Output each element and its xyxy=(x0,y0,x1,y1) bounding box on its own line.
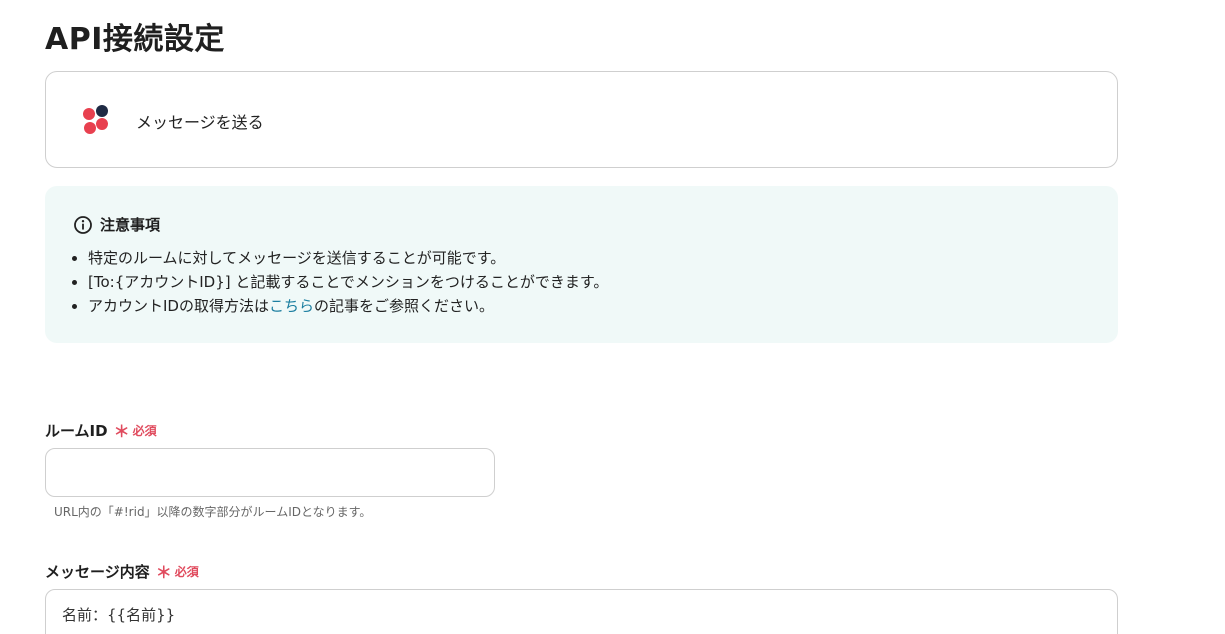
api-settings-page: API接続設定 メッセージを送る 注意事項 特定のルームに対してメッセージを送信… xyxy=(0,0,1225,634)
message-label: メッセージ内容 ＊ 必須 xyxy=(45,559,199,583)
required-badge: 必須 xyxy=(174,564,199,579)
notice-header: 注意事項 xyxy=(73,214,160,235)
action-label: メッセージを送る xyxy=(136,113,264,132)
message-label-text: メッセージ内容 xyxy=(45,562,150,581)
page-title: API接続設定 xyxy=(45,22,225,57)
notice-item-prefix: アカウントIDの取得方法は xyxy=(88,297,269,315)
message-textarea[interactable]: 名前：{{名前}} xyxy=(45,589,1118,634)
notice-item: 特定のルームに対してメッセージを送信することが可能です。 xyxy=(88,246,608,270)
notice-item: [To:{アカウントID}] と記載することでメンションをつけることができます。 xyxy=(88,270,608,294)
room-id-input[interactable] xyxy=(45,448,495,497)
notice-item: アカウントIDの取得方法はこちらの記事をご参照ください。 xyxy=(88,294,608,318)
required-star-icon: ＊ xyxy=(113,422,130,441)
action-card[interactable]: メッセージを送る xyxy=(45,71,1118,168)
notice-box: 注意事項 特定のルームに対してメッセージを送信することが可能です。 [To:{ア… xyxy=(45,186,1118,343)
account-id-guide-link[interactable]: こちら xyxy=(269,297,314,315)
notice-item-suffix: の記事をご参照ください。 xyxy=(314,297,495,315)
required-badge: 必須 xyxy=(132,423,157,438)
info-icon xyxy=(74,215,92,234)
room-id-label-text: ルームID xyxy=(45,421,108,440)
room-id-help-text: URL内の「#!rid」以降の数字部分がルームIDとなります。 xyxy=(54,505,372,519)
notice-title: 注意事項 xyxy=(100,216,161,234)
notice-list: 特定のルームに対してメッセージを送信することが可能です。 [To:{アカウントI… xyxy=(88,246,608,318)
required-star-icon: ＊ xyxy=(155,563,172,582)
room-id-label: ルームID ＊ 必須 xyxy=(45,418,157,442)
message-text: 名前：{{名前}} xyxy=(62,606,176,624)
chatwork-logo-icon xyxy=(83,105,108,134)
